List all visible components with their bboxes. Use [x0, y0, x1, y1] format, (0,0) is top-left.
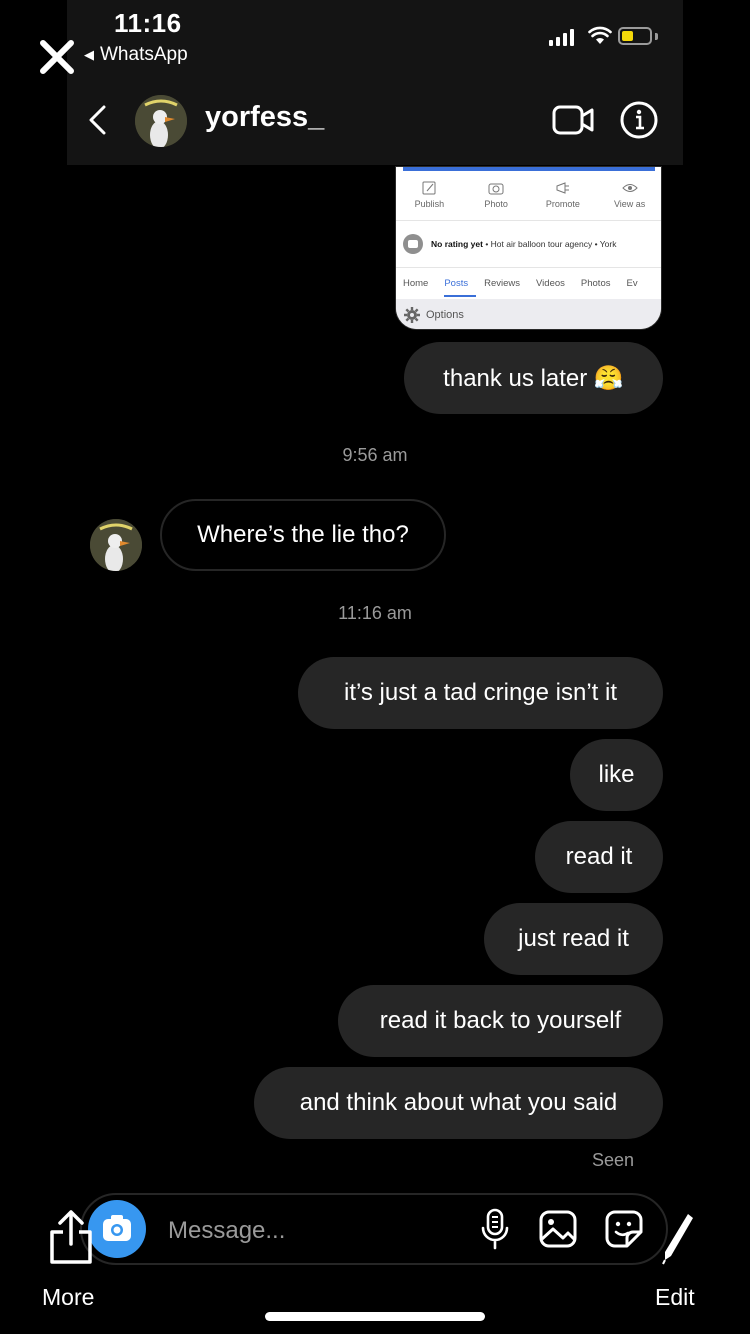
edit-button[interactable]: Edit [655, 1284, 695, 1311]
message-input[interactable] [166, 1213, 450, 1249]
message-bubble-outgoing[interactable]: just read it [484, 903, 663, 975]
publish-action: Publish [399, 181, 459, 209]
home-indicator[interactable] [265, 1312, 485, 1321]
camera-icon [103, 1215, 131, 1241]
review-icon [403, 234, 423, 254]
rating-detail: • Hot air balloon tour agency • York [482, 239, 617, 249]
photo-label: Photo [484, 199, 508, 209]
options-row: Options [396, 299, 661, 329]
sender-avatar[interactable] [90, 519, 142, 571]
shared-screenshot-card[interactable]: Publish Photo Promote View as No rating … [395, 166, 662, 330]
close-icon[interactable] [38, 38, 76, 76]
promote-action: Promote [533, 181, 593, 209]
message-bubble-outgoing[interactable]: like [570, 739, 663, 811]
seen-status: Seen [592, 1150, 635, 1170]
camera-button[interactable] [88, 1200, 146, 1258]
pen-icon[interactable] [659, 1210, 695, 1266]
battery-icon [618, 27, 652, 45]
message-bubble-outgoing[interactable]: and think about what you said [254, 1067, 663, 1139]
video-call-icon[interactable] [552, 103, 594, 137]
divider [396, 267, 661, 268]
tab-videos: Videos [536, 278, 565, 289]
message-bubble-outgoing[interactable]: read it back to yourself [338, 985, 663, 1057]
battery-tip [655, 33, 658, 40]
back-to-app-link[interactable]: ◀ WhatsApp [84, 44, 188, 66]
message-timestamp: 11:16 am [338, 603, 412, 623]
rating-row: No rating yet • Hot air balloon tour age… [403, 234, 616, 254]
chat-username[interactable]: yorfess_ [205, 101, 324, 134]
wifi-icon [588, 26, 612, 44]
divider [396, 220, 661, 221]
screenshot-accent-bar [403, 167, 655, 171]
status-time: 11:16 [114, 8, 182, 38]
view-as-label: View as [613, 199, 646, 209]
info-icon[interactable] [619, 100, 659, 140]
publish-label: Publish [414, 199, 445, 209]
microphone-icon[interactable] [480, 1208, 510, 1250]
signal-icon [549, 29, 574, 46]
more-button[interactable]: More [42, 1284, 94, 1311]
back-app-label: WhatsApp [100, 44, 188, 65]
screenshot-tabs: Home Posts Reviews Videos Photos Ev [403, 278, 654, 297]
message-timestamp: 9:56 am [342, 445, 408, 465]
tab-home: Home [403, 278, 429, 289]
photo-action: Photo [466, 181, 526, 209]
message-bubble-incoming[interactable]: Where’s the lie tho? [160, 499, 446, 571]
gallery-icon[interactable] [538, 1209, 578, 1249]
pencil-icon [422, 181, 436, 195]
tab-events: Ev [626, 278, 638, 289]
tab-photos: Photos [580, 278, 611, 289]
tab-posts: Posts [444, 278, 477, 297]
sticker-icon[interactable] [604, 1209, 644, 1249]
chevron-back-icon[interactable] [86, 104, 108, 136]
tab-reviews: Reviews [484, 278, 521, 289]
message-bubble-outgoing[interactable]: it’s just a tad cringe isn’t it [298, 657, 663, 729]
eye-icon [621, 184, 638, 192]
promote-label: Promote [545, 199, 580, 209]
message-bubble-outgoing[interactable]: thank us later 😤 [404, 342, 663, 414]
camera-icon [488, 183, 504, 195]
rating-bold: No rating yet [431, 239, 483, 249]
screenshot-actions-row: Publish Photo Promote View as [396, 181, 661, 209]
message-bubble-outgoing[interactable]: read it [535, 821, 663, 893]
options-label: Options [426, 309, 464, 321]
gear-icon [404, 307, 420, 323]
avatar[interactable] [135, 95, 187, 147]
back-triangle-icon: ◀ [84, 47, 94, 62]
view-as-action: View as [600, 181, 660, 209]
megaphone-icon [556, 182, 569, 194]
share-icon[interactable] [48, 1208, 94, 1266]
